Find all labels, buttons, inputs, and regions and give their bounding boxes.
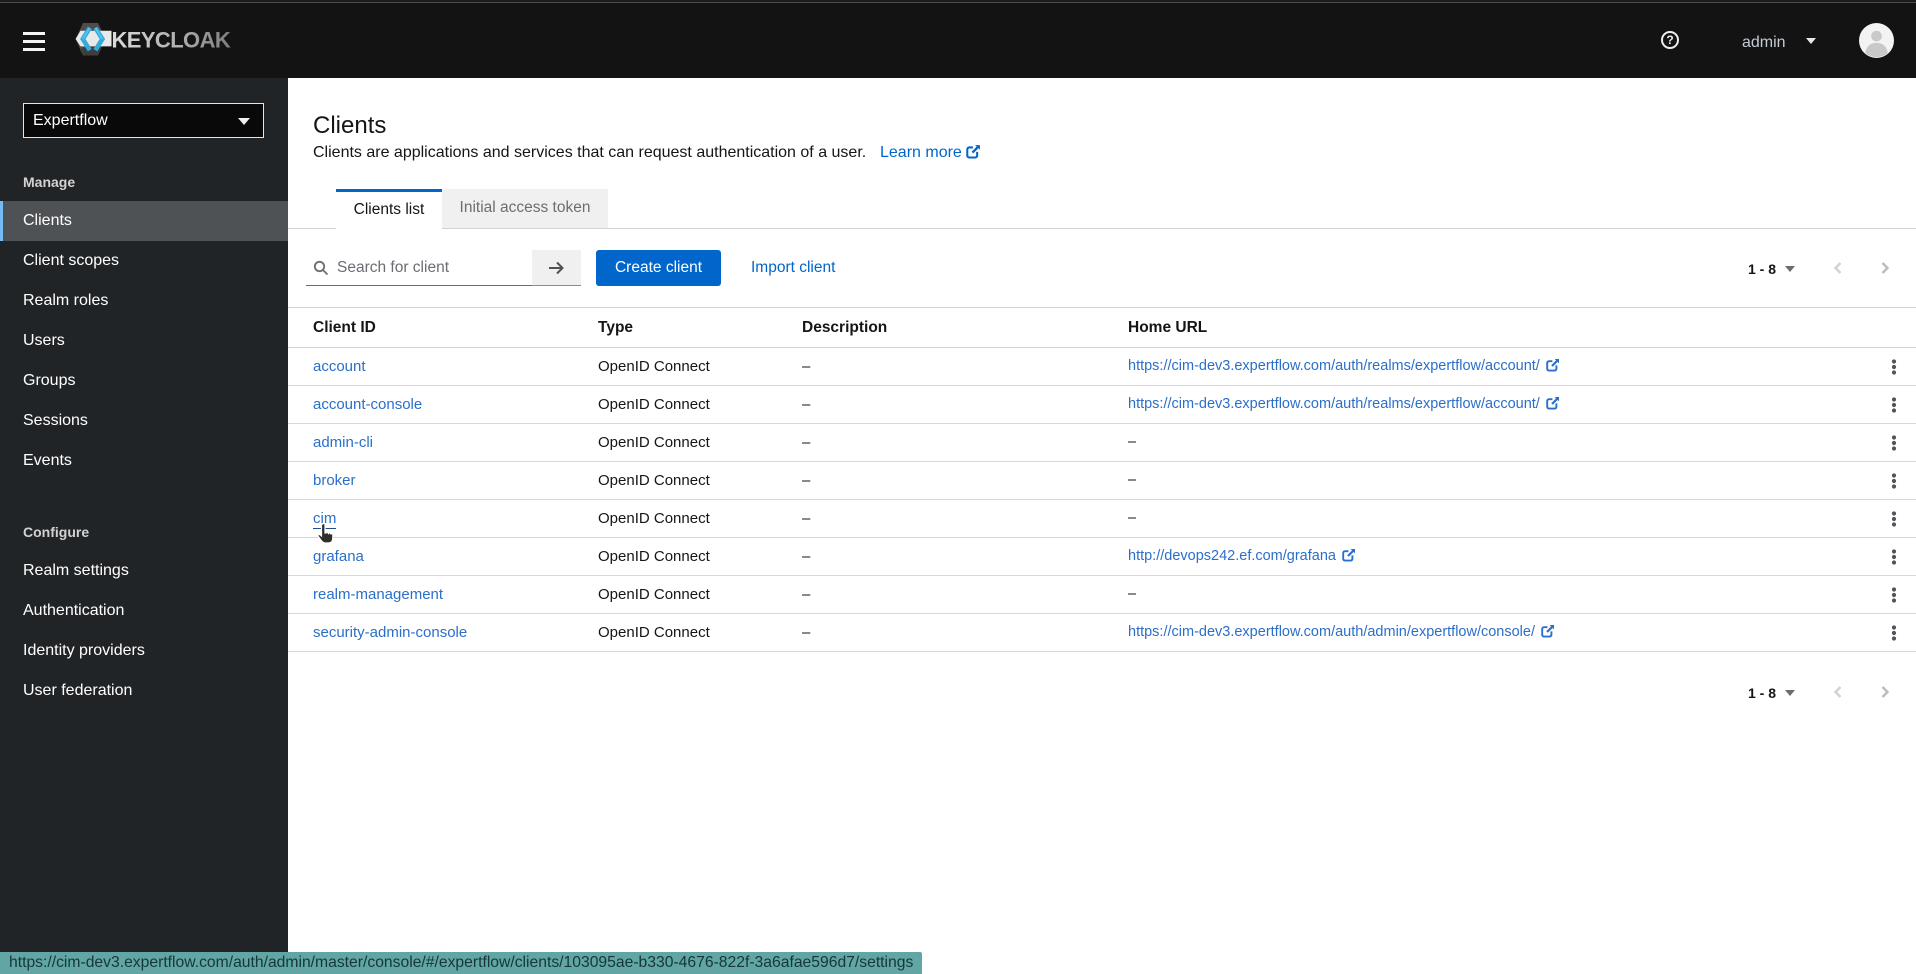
svg-text:KEYCLOAK: KEYCLOAK — [112, 28, 231, 53]
